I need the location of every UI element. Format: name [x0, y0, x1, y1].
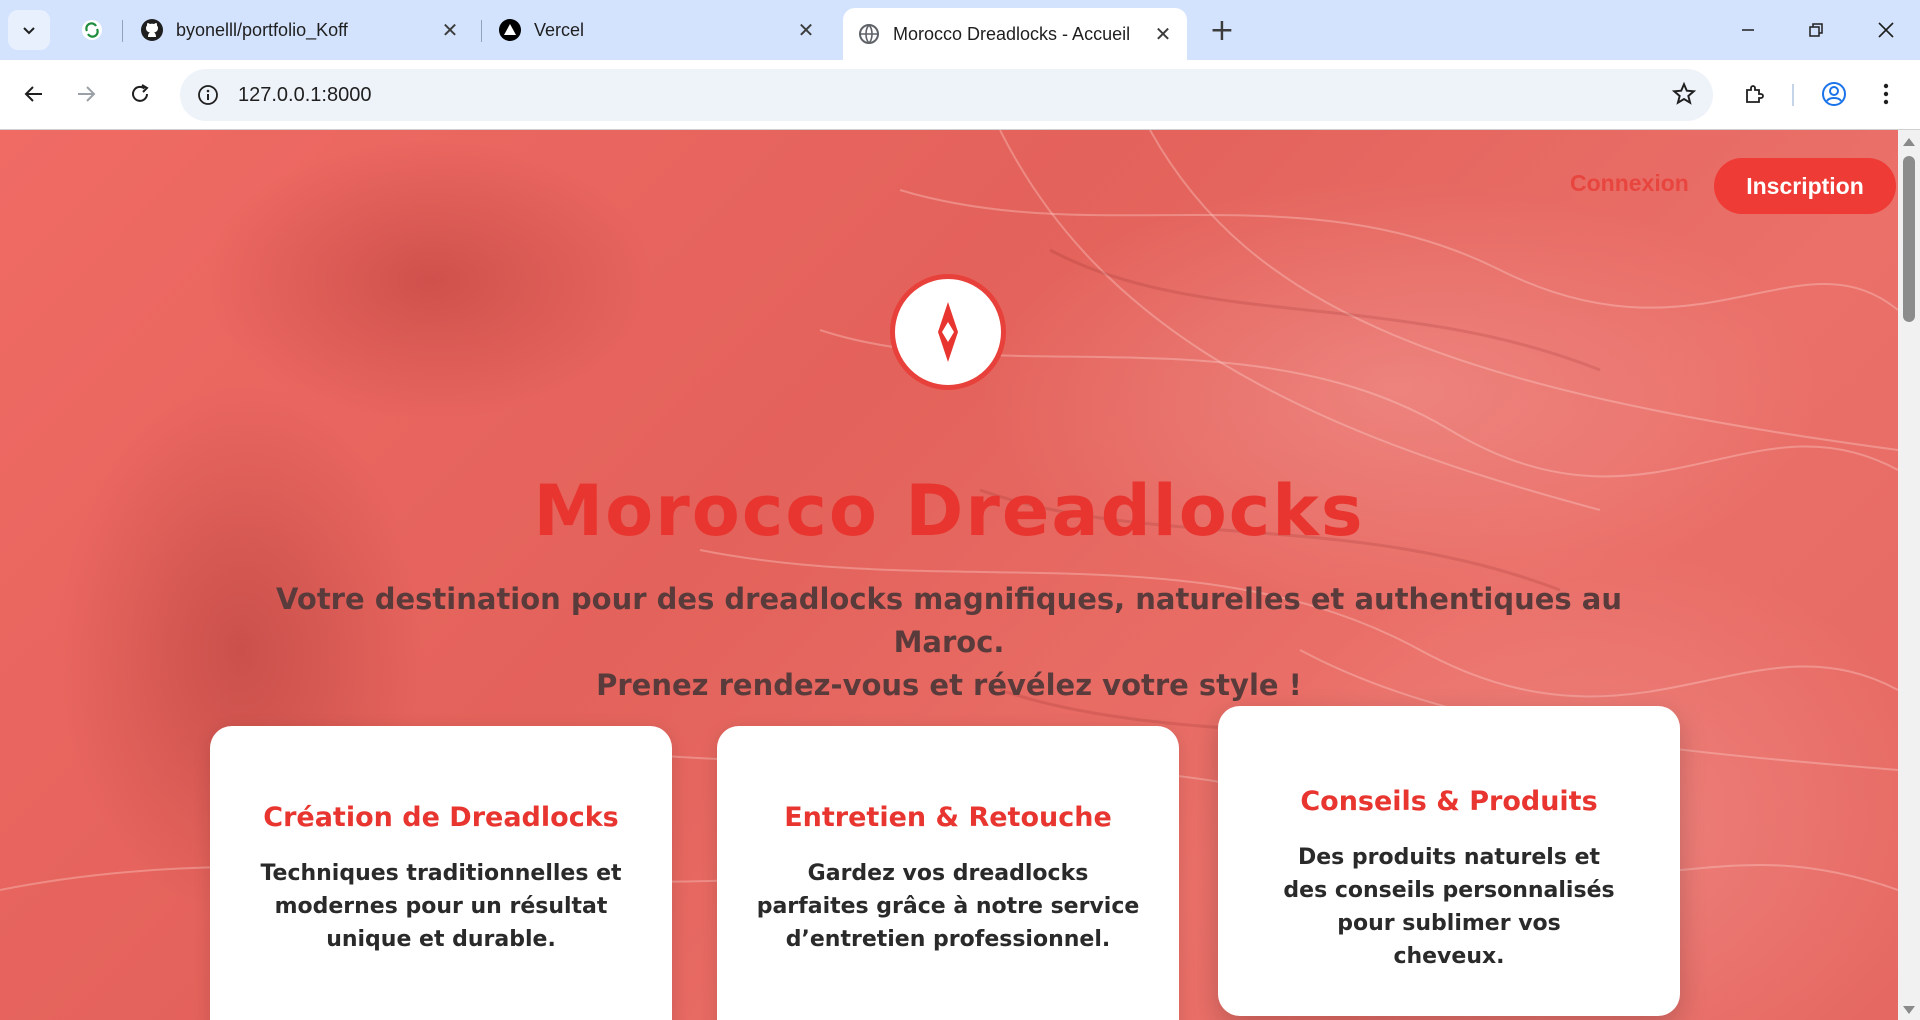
- dreadlock-logo-icon: [938, 302, 958, 362]
- reload-button[interactable]: [120, 74, 160, 114]
- hero-subtitle-line: Votre destination pour des dreadlocks ma…: [276, 582, 1622, 659]
- scroll-up-arrow-icon[interactable]: [1903, 138, 1915, 146]
- tab-separator: [122, 20, 123, 42]
- restore-button[interactable]: [1788, 8, 1844, 52]
- bookmark-star-icon[interactable]: [1671, 81, 1697, 111]
- tab-github[interactable]: byonelll/portfolio_Koff ✕: [126, 8, 474, 52]
- scroll-thumb[interactable]: [1903, 156, 1915, 322]
- browser-toolbar: 127.0.0.1:8000: [0, 60, 1920, 130]
- page-scrollbar[interactable]: [1898, 130, 1920, 1020]
- restore-icon: [1809, 23, 1823, 37]
- tab-label: Morocco Dreadlocks - Accueil: [893, 23, 1131, 44]
- signup-button[interactable]: Inscription: [1714, 158, 1896, 214]
- card-title: Entretien & Retouche: [784, 802, 1112, 833]
- tab-active[interactable]: Morocco Dreadlocks - Accueil ✕: [843, 8, 1187, 60]
- page-viewport: Connexion Inscription Morocco Dreadlocks…: [0, 130, 1898, 1020]
- close-icon[interactable]: ✕: [792, 16, 820, 44]
- tab-search-button[interactable]: [8, 10, 50, 50]
- close-window-button[interactable]: [1858, 8, 1914, 52]
- close-icon[interactable]: ✕: [436, 16, 464, 44]
- refresh-app-icon: [80, 18, 104, 42]
- card-text: Gardez vos dreadlocks parfaites grâce à …: [756, 861, 1140, 952]
- vercel-icon: [498, 18, 522, 42]
- card-text: Des produits naturels et des conseils pe…: [1283, 845, 1615, 969]
- minimize-button[interactable]: [1720, 8, 1776, 52]
- hero-subtitle: Votre destination pour des dreadlocks ma…: [260, 578, 1638, 707]
- account-icon: [1822, 82, 1846, 106]
- card-text: Techniques traditionnelles et modernes p…: [260, 861, 622, 952]
- profile-button[interactable]: [1814, 74, 1854, 114]
- github-icon: [140, 18, 164, 42]
- site-info-icon[interactable]: [194, 81, 222, 109]
- service-card: Création de Dreadlocks Techniques tradit…: [210, 726, 672, 1020]
- close-icon[interactable]: ✕: [1149, 20, 1177, 48]
- hero-title: Morocco Dreadlocks: [533, 470, 1365, 552]
- toolbar-divider: [1792, 84, 1794, 106]
- new-tab-button[interactable]: +: [1204, 12, 1240, 48]
- arrow-right-icon: [78, 86, 96, 102]
- service-card: Entretien & Retouche Gardez vos dreadloc…: [717, 726, 1179, 1020]
- chevron-down-icon: [23, 27, 35, 35]
- puzzle-icon: [1746, 85, 1764, 103]
- login-link[interactable]: Connexion: [1570, 170, 1689, 197]
- minimize-icon: [1742, 29, 1754, 31]
- reload-icon: [132, 84, 149, 102]
- tab-label: Vercel: [534, 19, 585, 40]
- logo: [890, 274, 1006, 390]
- url-text: 127.0.0.1:8000: [238, 83, 372, 106]
- plus-icon: +: [1209, 12, 1235, 48]
- address-bar[interactable]: 127.0.0.1:8000: [180, 69, 1713, 121]
- close-icon: [1878, 22, 1894, 38]
- menu-button[interactable]: [1866, 74, 1906, 114]
- tab-strip: byonelll/portfolio_Koff ✕ Vercel ✕ Moroc…: [0, 0, 1920, 60]
- tab-pinned[interactable]: [66, 8, 116, 52]
- arrow-left-icon: [24, 86, 42, 102]
- tab-separator: [481, 20, 482, 42]
- extensions-button[interactable]: [1734, 74, 1774, 114]
- more-vert-icon: [1883, 83, 1889, 105]
- service-card-highlighted: Conseils & Produits Des produits naturel…: [1218, 706, 1680, 1016]
- card-title: Création de Dreadlocks: [263, 802, 619, 833]
- scroll-down-arrow-icon[interactable]: [1903, 1006, 1915, 1014]
- tab-label: byonelll/portfolio_Koff: [176, 19, 348, 40]
- hero-subtitle-line: Prenez rendez-vous et révélez votre styl…: [596, 668, 1302, 702]
- globe-icon: [857, 22, 881, 46]
- tab-vercel[interactable]: Vercel ✕: [484, 8, 830, 52]
- card-title: Conseils & Produits: [1300, 786, 1598, 817]
- forward-button[interactable]: [66, 74, 106, 114]
- back-button[interactable]: [14, 74, 54, 114]
